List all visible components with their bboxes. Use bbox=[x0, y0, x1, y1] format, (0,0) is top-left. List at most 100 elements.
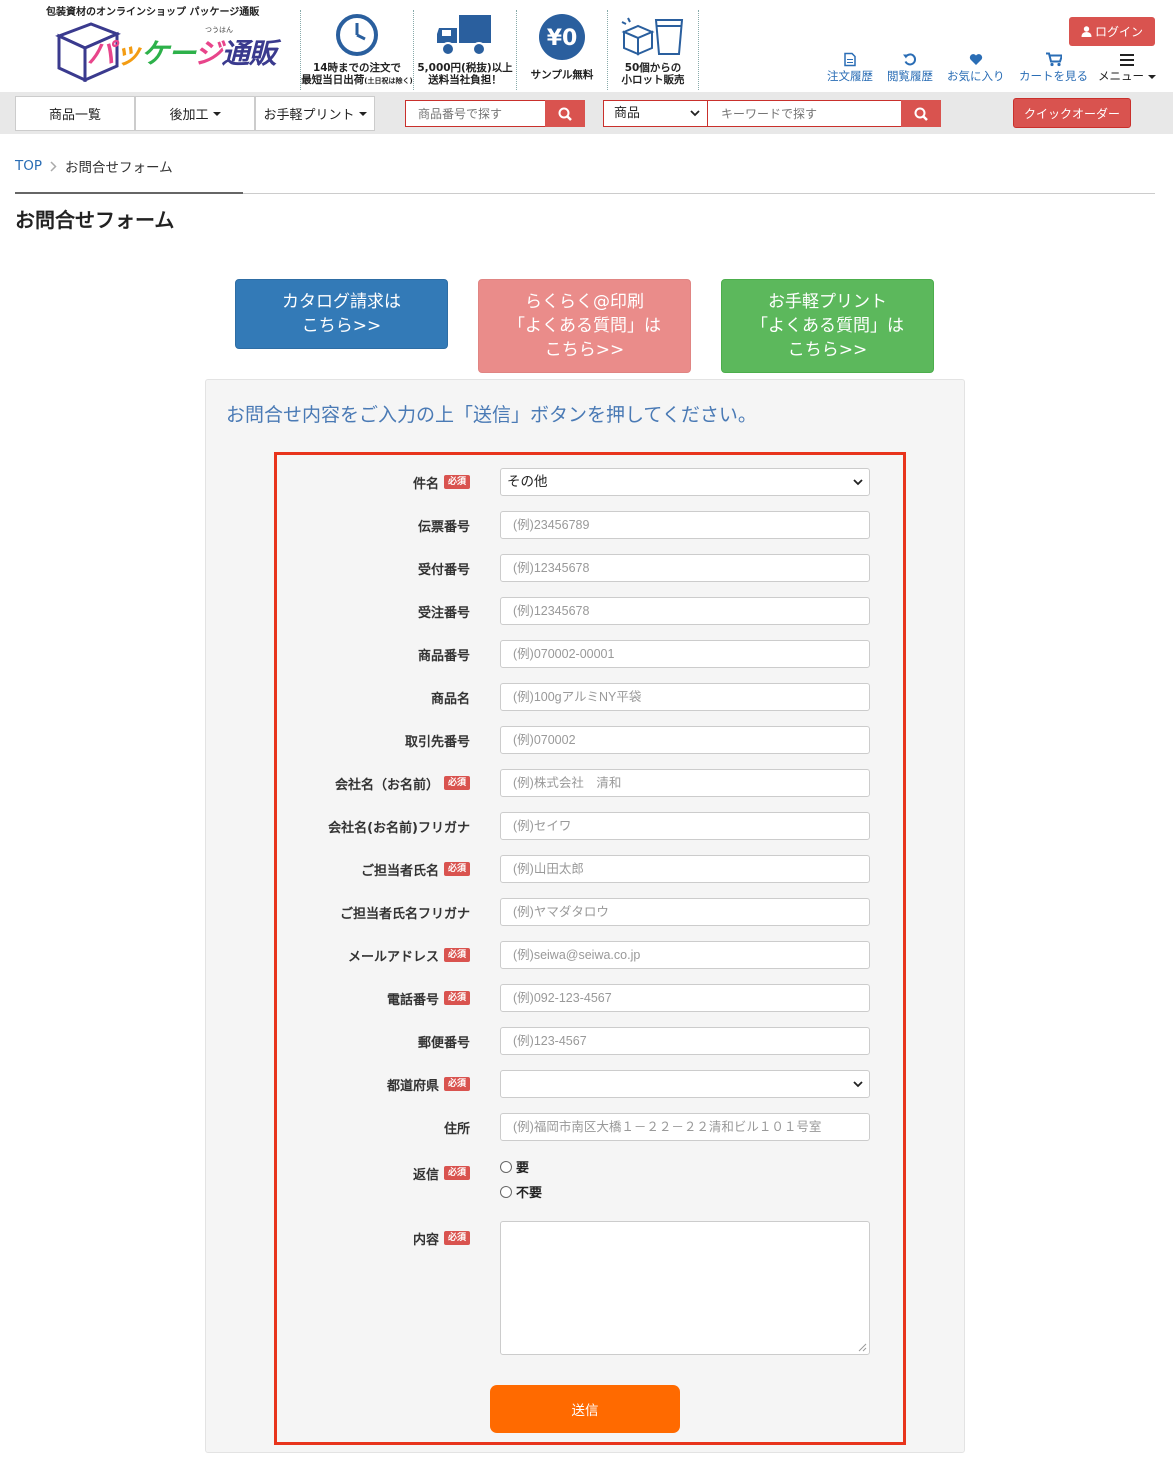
text-input[interactable]: (例)セイワ bbox=[500, 812, 870, 840]
chevron-down-icon bbox=[358, 111, 367, 116]
history-icon bbox=[903, 53, 917, 66]
input-placeholder: (例)株式会社 清和 bbox=[513, 776, 622, 790]
nav-menu[interactable]: メニュー bbox=[1098, 52, 1156, 84]
product-number-search bbox=[405, 100, 585, 127]
chevron-down-icon bbox=[1148, 74, 1156, 79]
resize-handle-icon[interactable] bbox=[858, 1343, 867, 1352]
truck-icon bbox=[437, 15, 491, 56]
reply-option-no[interactable]: 不要 bbox=[500, 1182, 542, 1201]
field-label: 商品番号 bbox=[417, 648, 470, 664]
keyword-search-button[interactable] bbox=[901, 100, 941, 127]
cart-icon bbox=[1045, 52, 1062, 67]
toolbar-easy-print[interactable]: お手軽プリント bbox=[255, 96, 375, 131]
select-field[interactable]: その他 bbox=[500, 468, 870, 496]
field-label: メールアドレス bbox=[347, 949, 439, 965]
field-label: ご担当者氏名 bbox=[360, 863, 439, 879]
text-input[interactable]: (例)123-4567 bbox=[500, 1027, 870, 1055]
input-placeholder: (例)100gアルミNY平袋 bbox=[513, 690, 642, 704]
text-input[interactable]: (例)070002-00001 bbox=[500, 640, 870, 668]
content-textarea[interactable] bbox=[500, 1221, 870, 1355]
text-input[interactable]: (例)株式会社 清和 bbox=[500, 769, 870, 797]
chevron-right-icon bbox=[50, 160, 57, 172]
product-number-search-button[interactable] bbox=[545, 100, 585, 127]
text-input[interactable]: (例)12345678 bbox=[500, 597, 870, 625]
text-input[interactable]: (例)福岡市南区大橋１－２２－２２清和ビル１０１号室 bbox=[500, 1113, 870, 1141]
required-badge: 必須 bbox=[443, 991, 470, 1005]
form-row: ご担当者氏名 必須 (例)山田太郎 bbox=[276, 855, 904, 883]
breadcrumb-home-link[interactable]: TOP bbox=[15, 158, 42, 174]
submit-button[interactable]: 送信 bbox=[490, 1385, 680, 1433]
search-icon bbox=[558, 107, 572, 121]
field-label: 伝票番号 bbox=[417, 519, 470, 535]
radio-button[interactable] bbox=[500, 1185, 512, 1198]
feature-free-sample[interactable]: ¥0 サンプル無料 bbox=[516, 10, 607, 90]
field-label: 内容 bbox=[412, 1232, 439, 1248]
quick-order-button[interactable]: クイックオーダー bbox=[1013, 98, 1131, 128]
required-badge: 必須 bbox=[443, 475, 470, 489]
input-placeholder: (例)山田太郎 bbox=[513, 862, 584, 876]
form-row: ご担当者氏名フリガナ (例)ヤマダタロウ bbox=[276, 898, 904, 926]
form-row: 取引先番号 (例)070002 bbox=[276, 726, 904, 754]
clock-icon bbox=[336, 14, 378, 56]
keyword-search-input[interactable] bbox=[709, 101, 901, 126]
login-button[interactable]: ログイン bbox=[1069, 17, 1155, 46]
feature-small-lot[interactable]: 50個からの 小ロット販売 bbox=[607, 10, 698, 90]
feature-caption: 50個からの bbox=[624, 62, 682, 74]
text-input[interactable]: (例)ヤマダタロウ bbox=[500, 898, 870, 926]
form-row: 会社名(お名前)フリガナ (例)セイワ bbox=[276, 812, 904, 840]
nav-label: 注文履歴 bbox=[827, 69, 873, 83]
chevron-down-icon bbox=[853, 1081, 863, 1088]
handy-print-faq-button[interactable]: お手軽プリント 「よくある質問」は こちら>> bbox=[721, 279, 934, 373]
required-badge: 必須 bbox=[443, 776, 470, 790]
feature-free-shipping[interactable]: 5,000円(税抜)以上 送料当社負担！ bbox=[413, 10, 516, 90]
nav-browse-history[interactable]: 閲覧履歴 bbox=[887, 52, 933, 84]
hamburger-icon bbox=[1120, 54, 1134, 66]
required-badge: 必須 bbox=[443, 948, 470, 962]
feature-caption: 5,000円(税抜)以上 bbox=[417, 62, 513, 74]
form-row: 受付番号 (例)12345678 bbox=[276, 554, 904, 582]
form-row: 電話番号 必須 (例)092-123-4567 bbox=[276, 984, 904, 1012]
input-placeholder: (例)092-123-4567 bbox=[513, 991, 612, 1005]
text-input[interactable]: (例)23456789 bbox=[500, 511, 870, 539]
form-row: 件名 必須 その他 bbox=[276, 468, 904, 496]
feature-divider bbox=[698, 10, 699, 90]
text-input[interactable]: (例)070002 bbox=[500, 726, 870, 754]
toolbar-post-processing[interactable]: 後加工 bbox=[135, 96, 255, 131]
text-input[interactable]: (例)12345678 bbox=[500, 554, 870, 582]
input-placeholder: (例)セイワ bbox=[513, 819, 572, 833]
field-label: ご担当者氏名フリガナ bbox=[339, 906, 470, 922]
input-placeholder: (例)23456789 bbox=[513, 518, 590, 532]
keyword-search: 商品 bbox=[603, 100, 941, 127]
nav-cart[interactable]: カートを見る bbox=[1019, 52, 1088, 84]
login-label: ログイン bbox=[1094, 25, 1143, 39]
text-input[interactable]: (例)seiwa@seiwa.co.jp bbox=[500, 941, 870, 969]
form-row: 会社名（お名前） 必須 (例)株式会社 清和 bbox=[276, 769, 904, 797]
product-number-search-input[interactable] bbox=[406, 101, 545, 126]
nav-label: メニュー bbox=[1098, 69, 1144, 83]
nav-order-history[interactable]: 注文履歴 bbox=[827, 52, 873, 84]
category-select[interactable]: 商品 bbox=[604, 101, 708, 126]
input-placeholder: (例)ヤマダタロウ bbox=[513, 905, 609, 919]
page-title: お問合せフォーム bbox=[15, 208, 175, 232]
text-input[interactable]: (例)山田太郎 bbox=[500, 855, 870, 883]
text-input[interactable]: (例)100gアルミNY平袋 bbox=[500, 683, 870, 711]
reply-option-yes[interactable]: 要 bbox=[500, 1157, 529, 1176]
required-badge: 必須 bbox=[443, 1231, 470, 1245]
field-label: 受付番号 bbox=[417, 562, 470, 578]
catalog-request-button[interactable]: カタログ請求は こちら>> bbox=[235, 279, 448, 349]
feature-caption: 14時までの注文で bbox=[312, 62, 402, 74]
field-label: 電話番号 bbox=[386, 992, 439, 1008]
nav-label: お気に入り bbox=[947, 69, 1005, 83]
text-input[interactable]: (例)092-123-4567 bbox=[500, 984, 870, 1012]
easy-print-faq-button[interactable]: らくらく@印刷 「よくある質問」は こちら>> bbox=[478, 279, 691, 373]
form-instructions: お問合せ内容をご入力の上「送信」ボタンを押してください。 bbox=[226, 404, 757, 426]
nav-favorites[interactable]: お気に入り bbox=[947, 52, 1005, 84]
toolbar-products[interactable]: 商品一覧 bbox=[15, 96, 135, 131]
radio-button[interactable] bbox=[500, 1160, 512, 1173]
form-row: メールアドレス 必須 (例)seiwa@seiwa.co.jp bbox=[276, 941, 904, 969]
feature-same-day-shipping[interactable]: 14時までの注文で 最短当日出荷(土日祝は除く) bbox=[300, 10, 413, 90]
select-field[interactable] bbox=[500, 1070, 870, 1098]
search-icon bbox=[914, 107, 928, 121]
input-placeholder: (例)070002 bbox=[513, 733, 576, 747]
site-logo[interactable]: パッケージ通販 つうはん bbox=[55, 18, 277, 84]
